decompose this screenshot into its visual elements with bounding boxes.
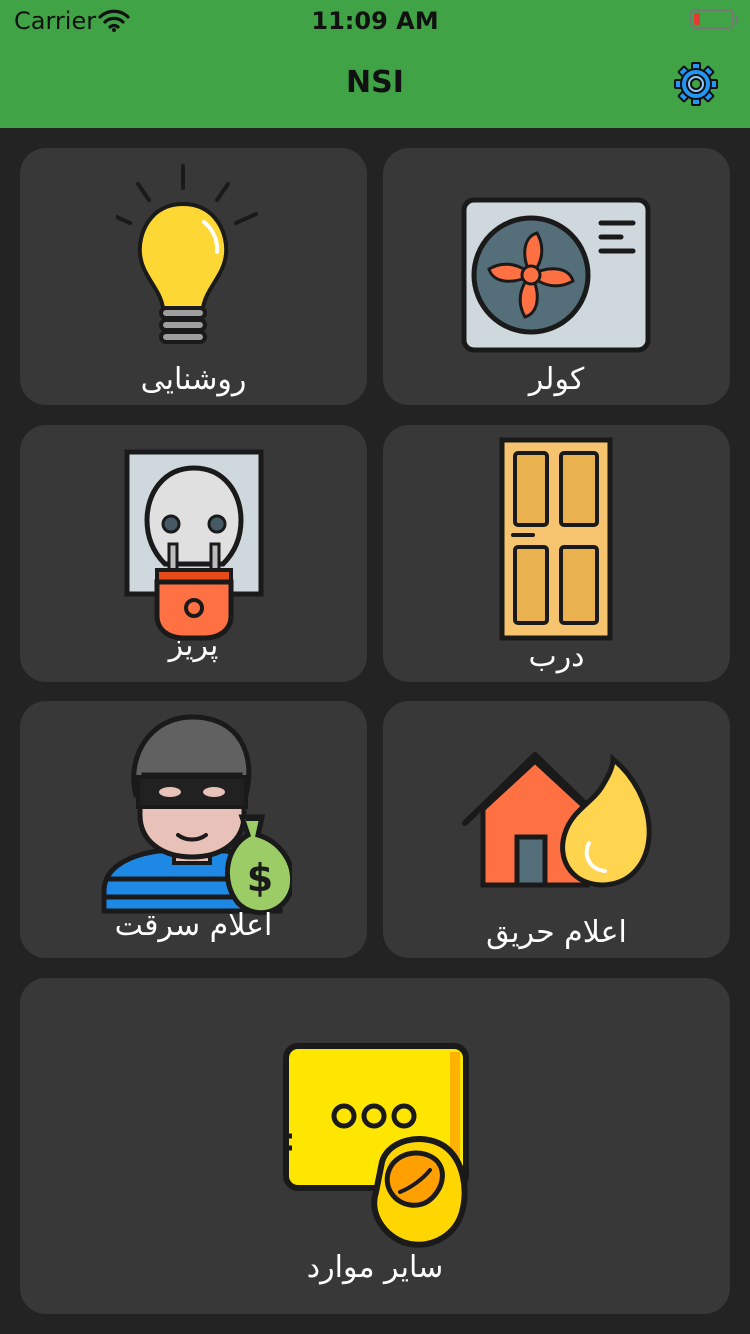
power-outlet-icon: [124, 449, 264, 641]
thief-icon: $: [101, 714, 292, 916]
door-label: درب: [528, 639, 585, 674]
gear-icon: [674, 62, 718, 106]
lighting-label: روشنایی: [140, 362, 247, 397]
house-fire-icon: [462, 752, 652, 888]
air-conditioner-icon: [461, 197, 651, 353]
svg-text:$: $: [247, 856, 273, 900]
page-title: NSI: [346, 65, 404, 100]
nav-bar: NSI: [0, 40, 750, 128]
push-button-icon: [283, 1043, 469, 1248]
theft-alarm-label: اعلام سرقت: [114, 908, 273, 943]
fire-alarm-tile[interactable]: اعلام حریق: [383, 701, 730, 958]
settings-button[interactable]: [673, 61, 719, 107]
lighting-tile[interactable]: روشنایی: [20, 148, 367, 405]
light-bulb-icon: [116, 164, 258, 344]
outlet-label: پریز: [168, 628, 219, 663]
cooler-label: کولر: [528, 362, 585, 397]
fire-alarm-label: اعلام حریق: [486, 915, 627, 950]
door-icon: [499, 437, 613, 641]
cooler-tile[interactable]: کولر: [383, 148, 730, 405]
other-items-tile[interactable]: سایر موارد: [20, 978, 730, 1314]
other-items-label: سایر موارد: [306, 1250, 444, 1285]
theft-alarm-tile[interactable]: $ اعلام سرقت: [20, 701, 367, 958]
door-tile[interactable]: درب: [383, 425, 730, 682]
status-time: 11:09 AM: [311, 7, 439, 35]
status-bar: Carrier 11:09 AM: [0, 0, 750, 40]
battery-icon: [690, 9, 738, 29]
outlet-tile[interactable]: پریز: [20, 425, 367, 682]
